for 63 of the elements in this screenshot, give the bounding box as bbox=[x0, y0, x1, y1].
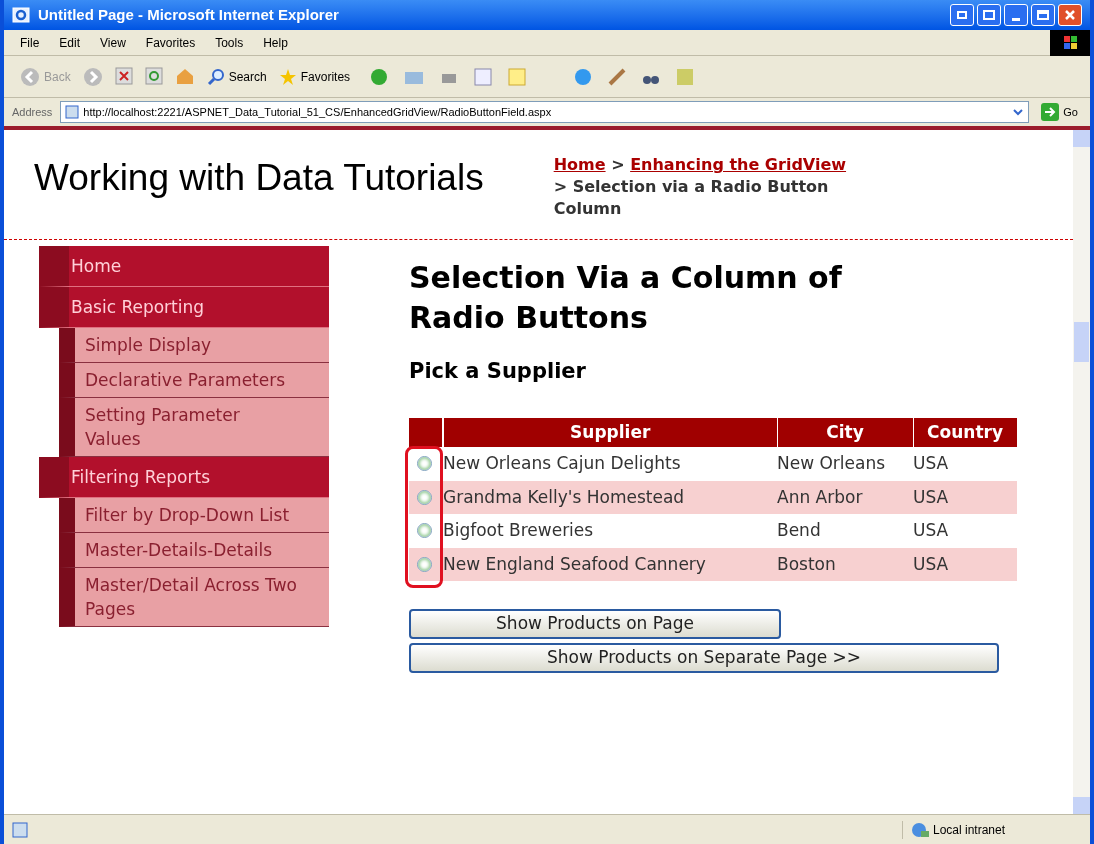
action-button[interactable]: Show Products on Separate Page >> bbox=[409, 643, 999, 673]
zone-label: Local intranet bbox=[933, 821, 1006, 839]
breadcrumb-link[interactable]: Enhancing the GridView bbox=[630, 155, 847, 174]
radio-button[interactable] bbox=[417, 523, 432, 539]
action-button[interactable]: Show Products on Page bbox=[409, 609, 781, 639]
radio-button[interactable] bbox=[417, 556, 432, 572]
table-cell: Bigfoot Breweries bbox=[443, 514, 777, 548]
page-heading: Selection Via a Column of Radio Buttons bbox=[409, 259, 843, 337]
menu-item[interactable]: Favorites bbox=[145, 33, 196, 52]
address-label: Address bbox=[12, 104, 53, 120]
table-cell: USA bbox=[913, 547, 1017, 581]
restore-icon[interactable] bbox=[950, 4, 974, 26]
site-title: Working with Data Tutorials bbox=[34, 156, 484, 200]
sidebar-subitem[interactable]: Master-Details-Details bbox=[59, 533, 329, 568]
menu-item[interactable]: View bbox=[100, 33, 126, 52]
close-icon[interactable] bbox=[1058, 4, 1082, 26]
radio-button[interactable] bbox=[417, 456, 432, 472]
menu-item[interactable]: Help bbox=[263, 33, 288, 52]
menu-item[interactable]: File bbox=[20, 33, 40, 52]
breadcrumb: Home > Enhancing the GridView > Selection via a Radio Button Column bbox=[553, 154, 848, 220]
sidebar-subitem[interactable]: Simple Display bbox=[59, 328, 329, 363]
table-cell: USA bbox=[913, 480, 1017, 514]
page-icon bbox=[12, 821, 28, 838]
favorites-button[interactable]: Favorites bbox=[278, 67, 351, 86]
table-cell: Bend bbox=[777, 514, 913, 548]
table-cell: New England Seafood Cannery bbox=[443, 547, 777, 581]
menu-item[interactable]: Edit bbox=[59, 33, 81, 52]
address-field[interactable]: http://localhost:2221/ASPNET_Data_Tutorial_51_CS/EnhancedGridView/RadioButtonField.aspx bbox=[60, 101, 1030, 123]
table-cell: Ann Arbor bbox=[777, 480, 913, 514]
table-cell: New Orleans Cajun Delights bbox=[443, 447, 777, 481]
sidebar-item[interactable]: Filtering Reports bbox=[39, 457, 329, 498]
url-text: http://localhost:2221/ASPNET_Data_Tutorial_51_CS/EnhancedGridView/RadioButtonField.aspx bbox=[83, 104, 552, 120]
window-icon[interactable] bbox=[977, 4, 1001, 26]
search-button[interactable]: Search bbox=[206, 67, 267, 86]
table-cell: Boston bbox=[777, 547, 913, 581]
refresh-icon[interactable] bbox=[144, 66, 163, 85]
sidebar-item[interactable]: Basic Reporting bbox=[39, 287, 329, 328]
forward-icon[interactable] bbox=[82, 66, 103, 87]
maximize-icon[interactable] bbox=[1031, 4, 1055, 26]
table-cell: Grandma Kelly's Homestead bbox=[443, 480, 777, 514]
table-cell: New Orleans bbox=[777, 447, 913, 481]
menu-item[interactable]: Tools bbox=[215, 33, 244, 52]
star-icon bbox=[278, 67, 297, 86]
table-cell: USA bbox=[913, 447, 1017, 481]
window-title: Untitled Page - Microsoft Internet Explorer bbox=[38, 4, 339, 25]
table-cell: USA bbox=[913, 514, 1017, 548]
sidebar-subitem[interactable]: Master/Detail Across Two Pages bbox=[59, 568, 329, 627]
browser-icon bbox=[12, 6, 30, 24]
home-icon[interactable] bbox=[174, 66, 195, 85]
page-icon bbox=[65, 105, 80, 119]
breadcrumb-link[interactable]: Home bbox=[553, 155, 606, 174]
windows-logo-icon bbox=[1050, 29, 1090, 56]
minimize-icon[interactable] bbox=[1004, 4, 1028, 26]
sidebar-subitem[interactable]: Declarative Parameters bbox=[59, 363, 329, 398]
sidebar-subitem[interactable]: Setting Parameter Values bbox=[59, 398, 329, 457]
scroll-bar[interactable] bbox=[1073, 130, 1090, 814]
go-button[interactable]: Go bbox=[1037, 103, 1082, 121]
sidebar-item[interactable]: Home bbox=[39, 246, 329, 287]
search-icon bbox=[206, 67, 225, 86]
stop-icon[interactable] bbox=[114, 66, 133, 85]
sidebar-subitem[interactable]: Filter by Drop-Down List bbox=[59, 498, 329, 533]
radio-button[interactable] bbox=[417, 489, 432, 505]
section-heading: Pick a Supplier bbox=[409, 358, 587, 385]
